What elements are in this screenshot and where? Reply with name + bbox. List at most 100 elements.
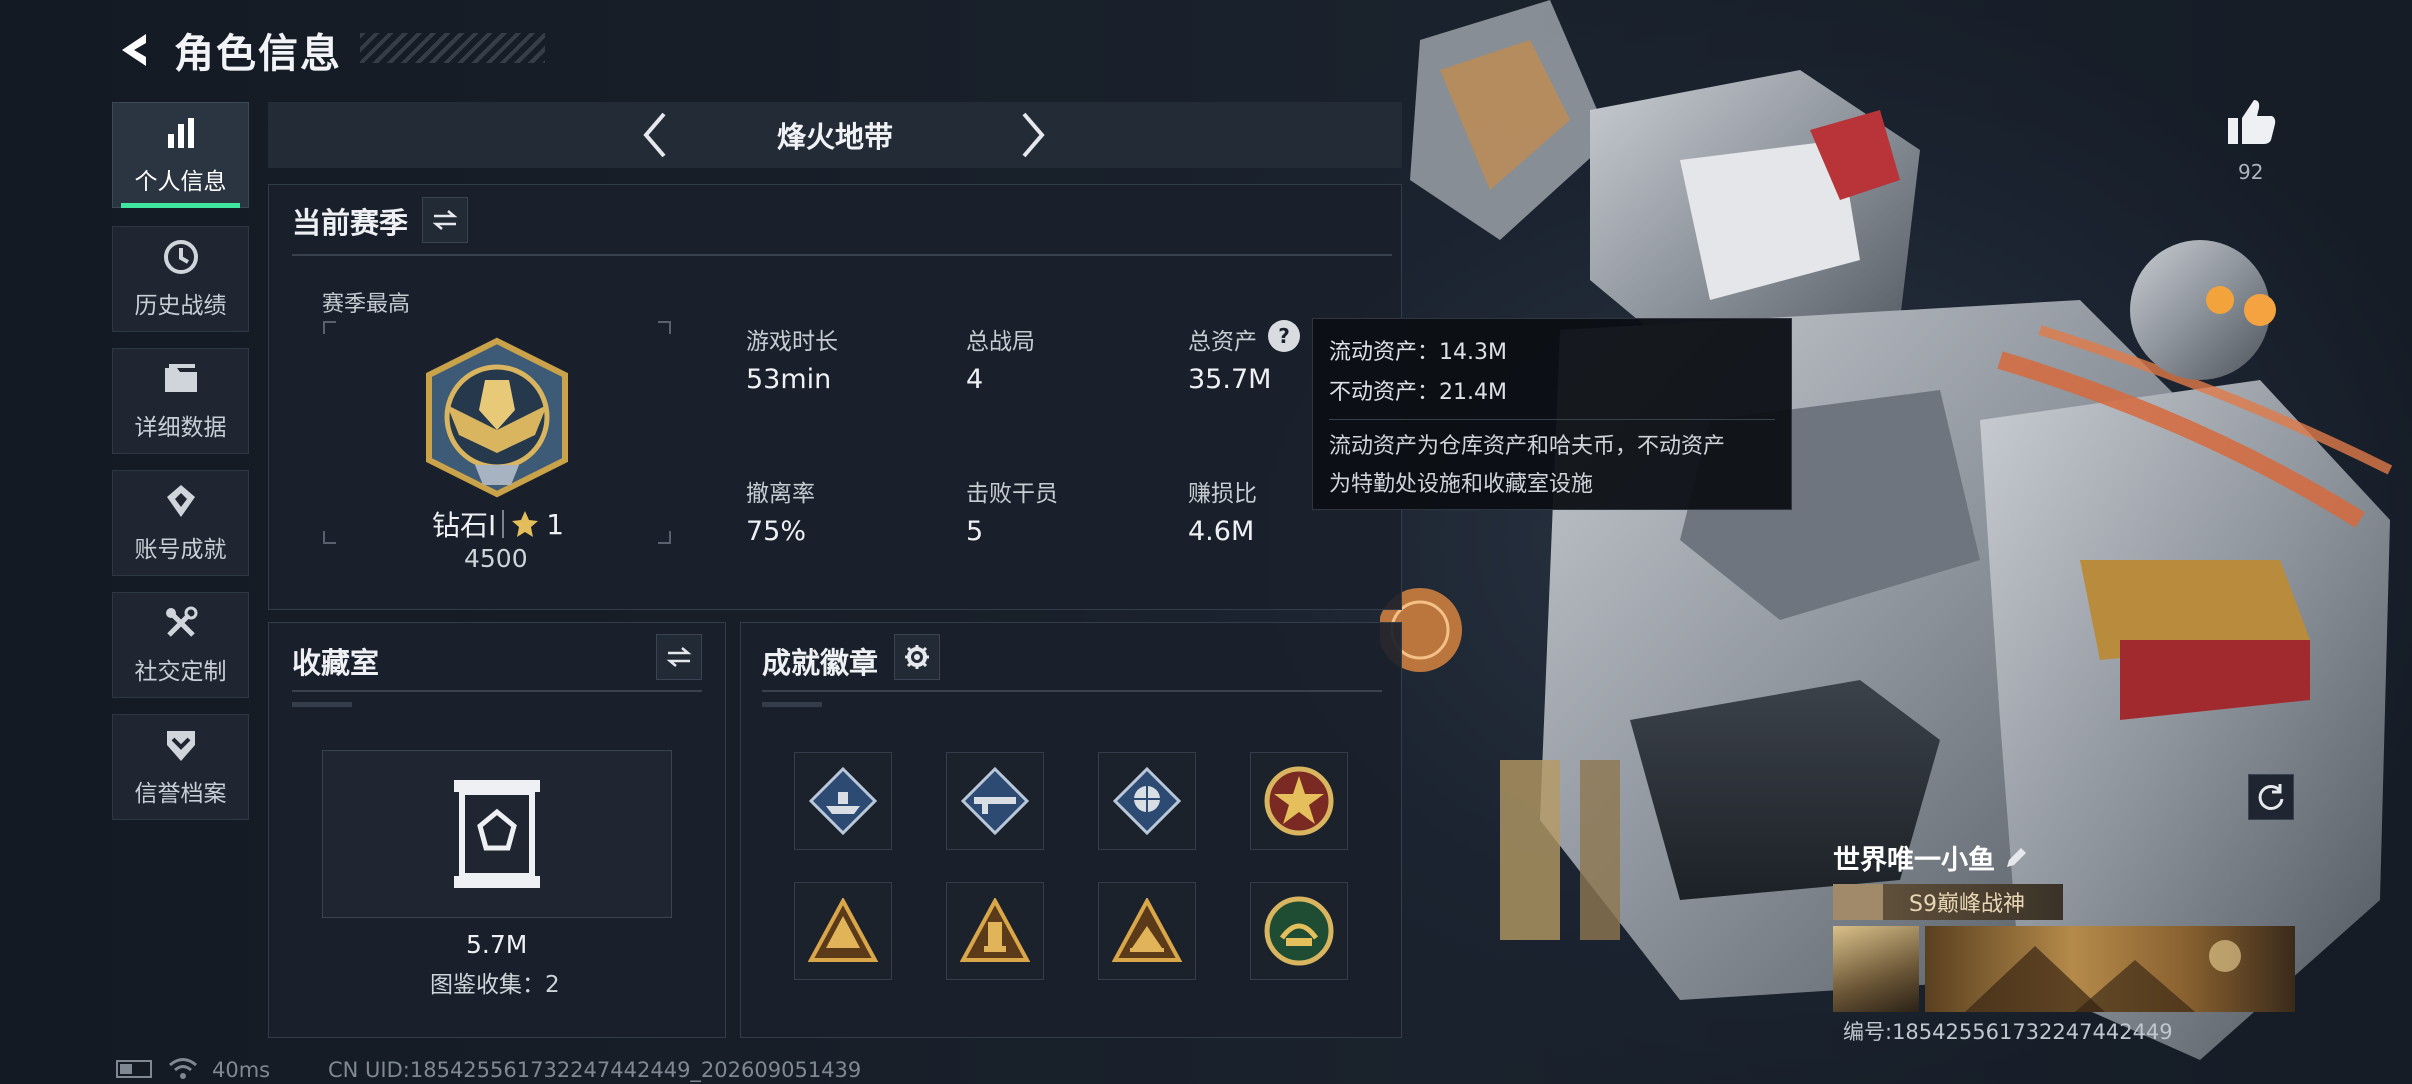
- chevron-left-icon: [643, 112, 666, 158]
- title-tag-emblem: [1833, 884, 1883, 920]
- badge-slot[interactable]: [1250, 882, 1348, 980]
- collection-switch-button[interactable]: [656, 634, 702, 680]
- badge-star-icon: [1264, 766, 1334, 836]
- swap-icon: [666, 647, 692, 667]
- like-count: 92: [2238, 160, 2264, 184]
- sidebar-item-label: 详细数据: [134, 415, 227, 441]
- stat-label: 击败干员: [966, 481, 1058, 507]
- gear-icon: [905, 645, 929, 669]
- stat-value-total-matches: 4: [966, 364, 984, 395]
- season-title: 当前赛季: [292, 206, 409, 240]
- help-icon: ?: [1278, 324, 1290, 348]
- mode-prev-button[interactable]: [630, 110, 680, 160]
- asset-help-button[interactable]: ?: [1268, 320, 1300, 352]
- stat-label: 撤离率: [746, 481, 815, 507]
- stat-value-total-assets: 35.7M: [1188, 364, 1272, 395]
- bar-chart-icon: [162, 114, 200, 152]
- decoration-lines: [292, 702, 352, 711]
- back-arrow-icon: [122, 34, 146, 66]
- chevron-right-icon: [1022, 112, 1045, 158]
- refresh-button[interactable]: [2248, 774, 2294, 820]
- player-card[interactable]: 世界唯一小鱼 S9巅峰战神: [1833, 838, 2295, 1016]
- badge-slot[interactable]: [1098, 882, 1196, 980]
- tooltip-fixed-assets: 不动资产：21.4M: [1329, 380, 1507, 405]
- sidebar-item-credit-record[interactable]: 信誉档案: [112, 714, 249, 820]
- stat-label: 总资产: [1188, 329, 1257, 355]
- badge-slot[interactable]: [794, 882, 892, 980]
- medal-icon: [162, 482, 200, 520]
- rank-row: 钻石I 1: [432, 504, 564, 544]
- stat-label: 总战局: [966, 329, 1035, 355]
- sidebar-item-label: 信誉档案: [134, 781, 227, 807]
- page-title: 角色信息: [174, 31, 342, 77]
- badges-title: 成就徽章: [762, 646, 879, 680]
- badge-slot[interactable]: [794, 752, 892, 850]
- badge-temple-icon: [1112, 898, 1182, 962]
- swap-icon: [432, 210, 458, 230]
- back-button[interactable]: [110, 24, 162, 76]
- badge-slot[interactable]: [946, 882, 1044, 980]
- badge-wreath-icon: [1264, 896, 1334, 966]
- title-tag: S9巅峰战神: [1833, 884, 2063, 920]
- refresh-icon: [2258, 784, 2284, 810]
- rank-stars: 1: [546, 507, 565, 541]
- stat-value-operators-defeated: 5: [966, 516, 984, 547]
- pyramid-banner-art: [1965, 940, 2241, 1012]
- mode-next-button[interactable]: [1008, 110, 1058, 160]
- battery-icon: [116, 1060, 152, 1078]
- badge-slot[interactable]: [1098, 752, 1196, 850]
- player-name-row: 世界唯一小鱼: [1833, 838, 2029, 877]
- vault-icon: [454, 780, 540, 888]
- badge-slot[interactable]: [1250, 752, 1348, 850]
- wifi-icon: [169, 1058, 197, 1079]
- stat-value-profit-ratio: 4.6M: [1188, 516, 1255, 547]
- badge-slot[interactable]: [946, 752, 1044, 850]
- asset-tooltip: 流动资产：14.3M 不动资产：21.4M 流动资产为仓库资产和哈夫币，不动资产…: [1312, 318, 1792, 510]
- thumbs-up-icon: [2228, 100, 2276, 144]
- badge-boat-icon: [808, 766, 878, 836]
- sidebar-item-social-custom[interactable]: 社交定制: [112, 592, 249, 698]
- rank-points: 4500: [464, 544, 528, 573]
- sidebar-item-label: 账号成就: [134, 537, 227, 563]
- badges-settings-button[interactable]: [894, 634, 940, 680]
- tooltip-description-line2: 为特勤处设施和收藏室设施: [1329, 472, 1594, 497]
- player-id: 编号:185425561732247442449: [1843, 1020, 2173, 1044]
- sidebar-item-achievements[interactable]: 账号成就: [112, 470, 249, 576]
- sidebar-item-detailed-data[interactable]: 详细数据: [112, 348, 249, 454]
- name-card-banner: [1925, 926, 2295, 1012]
- ping-value: 40ms: [212, 1058, 271, 1082]
- mode-selector: 烽火地带: [268, 102, 1402, 168]
- sidebar-item-label: 历史战绩: [134, 293, 227, 319]
- player-name: 世界唯一小鱼: [1833, 845, 1995, 876]
- like-button[interactable]: [2226, 98, 2282, 150]
- sidebar-item-label: 社交定制: [134, 659, 227, 685]
- season-switch-button[interactable]: [422, 197, 468, 243]
- badge-globe-icon: [1112, 766, 1182, 836]
- shield-chevron-icon: [162, 726, 200, 764]
- collection-value: 5.7M: [466, 930, 528, 959]
- title-tag-text: S9巅峰战神: [1909, 892, 2025, 917]
- badge-rifle-icon: [960, 766, 1030, 836]
- mode-title: 烽火地带: [776, 120, 893, 154]
- rank-name: 钻石I: [432, 509, 497, 542]
- avatar[interactable]: [1833, 926, 1919, 1012]
- collection-count: 图鉴收集：2: [430, 972, 560, 998]
- diamond-rank-emblem: [426, 337, 568, 498]
- divider: [762, 690, 1382, 692]
- badge-tower-icon: [960, 898, 1030, 962]
- star-icon: [512, 511, 539, 537]
- season-best-label: 赛季最高: [322, 292, 411, 317]
- clock-icon: [162, 238, 200, 276]
- edit-pencil-icon[interactable]: [2003, 845, 2029, 871]
- stat-value-play-time: 53min: [746, 364, 832, 395]
- sidebar-item-match-history[interactable]: 历史战绩: [112, 226, 249, 332]
- tooltip-liquid-assets: 流动资产：14.3M: [1329, 340, 1507, 365]
- stat-label: 赚损比: [1188, 481, 1257, 507]
- badge-pyramid-icon: [808, 898, 878, 962]
- collection-title: 收藏室: [292, 646, 380, 680]
- sidebar-item-personal-info[interactable]: 个人信息: [112, 102, 249, 208]
- stat-label: 游戏时长: [746, 329, 838, 355]
- uid-text: CN UID:185425561732247442449_20260905143…: [328, 1058, 862, 1082]
- folder-icon: [162, 360, 200, 398]
- tools-icon: [162, 604, 200, 642]
